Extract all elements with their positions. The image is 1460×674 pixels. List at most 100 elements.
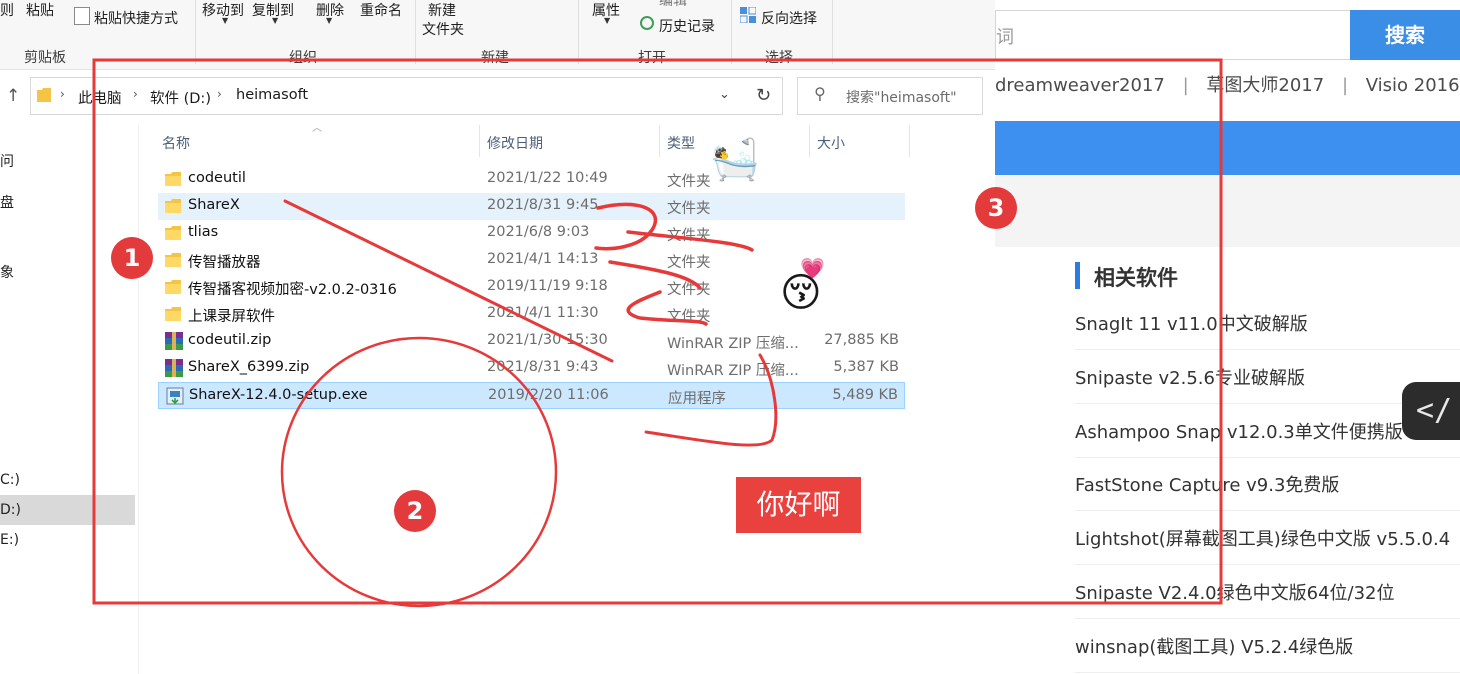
annotation-badge-1: 1 [111,237,153,279]
file-row[interactable]: codeutil 2021/1/22 10:49 文件夹 [158,166,905,193]
column-divider[interactable] [479,125,480,157]
related-software-link[interactable]: SnagIt 11 v11.0中文破解版 [1075,310,1308,336]
nav-item-partial-3[interactable]: 象 [0,262,14,282]
up-arrow-icon[interactable]: ↑ [6,86,20,106]
column-divider[interactable] [659,125,660,157]
file-name: 传智播放器 [188,255,261,271]
file-modified-date: 2021/1/22 10:49 [487,170,608,186]
related-software-link[interactable]: Snipaste V2.4.0绿色中文版64位/32位 [1075,579,1395,605]
nav-item-drive-e[interactable]: E:) [0,532,19,548]
file-modified-date: 2021/8/31 9:45 [487,197,599,213]
installer-icon [166,387,184,405]
refresh-button[interactable]: ↻ [745,77,783,115]
related-software-title: 相关软件 [1094,266,1178,290]
address-bar[interactable]: › 此电脑 › 软件 (D:) › heimasoft ⌄ [30,77,746,115]
chevron-down-icon[interactable]: ⌄ [719,87,730,102]
column-header-size[interactable]: 大小 [817,133,845,153]
tag-separator: | [1341,75,1349,96]
edit-button[interactable]: 编辑 [659,0,687,10]
file-row[interactable]: tlias 2021/6/8 9:03 文件夹 [158,220,905,247]
chevron-right-icon: › [217,87,222,101]
list-divider [1075,672,1460,673]
list-divider [1075,510,1460,511]
web-search-button[interactable]: 搜索 [1350,10,1460,60]
file-name: ShareX [188,197,240,213]
invert-selection-icon [739,6,757,24]
folder-search-box[interactable]: ⚲ 搜索"heimasoft" [797,77,983,115]
web-tag-link[interactable]: 草图大师2017 [1206,75,1324,96]
group-organize-label: 组织 [289,50,317,66]
file-type: WinRAR ZIP 压缩... [667,336,799,352]
related-software-link[interactable]: Ashampoo Snap v12.0.3单文件便携版 [1075,418,1403,444]
explorer-ribbon: 则 粘贴 粘贴快捷方式 移动到 ▼ 复制到 ▼ 删除 ▼ 重命名 新建 文件夹 … [0,0,995,70]
file-modified-date: 2021/1/30 15:30 [487,332,608,348]
file-row[interactable]: ShareX-12.4.0-setup.exe 2019/2/20 11:06 应用… [158,382,905,409]
ribbon-separator [832,0,833,64]
folder-icon [165,226,181,240]
related-title-accent [1075,262,1080,289]
file-row[interactable]: ShareX_6399.zip 2021/8/31 9:43 WinRAR ZIP … [158,355,905,382]
paste-button[interactable]: 粘贴 [26,0,54,20]
chevron-down-icon: ▼ [326,16,333,25]
column-divider[interactable] [809,125,810,157]
file-size: 5,387 KB [833,359,899,375]
web-tag-link[interactable]: Visio 2016 [1366,75,1460,96]
invert-selection-button[interactable]: 反向选择 [761,8,817,28]
code-widget-button[interactable]: </ [1402,382,1460,440]
related-software-link[interactable]: Snipaste v2.5.6专业破解版 [1075,364,1305,390]
folder-icon [165,172,181,186]
web-search-input[interactable]: 词 [995,10,1351,60]
web-tag-link[interactable]: dreamweaver2017 [995,75,1165,96]
winrar-archive-icon [165,359,183,377]
nav-item-drive-d[interactable]: D:) [0,502,21,518]
file-modified-date: 2021/6/8 9:03 [487,224,590,240]
ribbon-cut-label[interactable]: 则 [0,0,14,20]
file-row[interactable]: ShareX 2021/8/31 9:45 文件夹 [158,193,905,220]
breadcrumb-heimasoft[interactable]: heimasoft [236,87,308,103]
annotation-badge-3: 3 [975,187,1017,229]
nav-item-partial-2[interactable]: 盘 [0,192,14,212]
folder-icon [165,253,181,267]
file-type: 文件夹 [667,201,711,217]
annotation-text-box: 你好啊 [736,477,861,533]
ribbon-separator [731,0,732,64]
paste-shortcut-button[interactable]: 粘贴快捷方式 [94,8,178,28]
file-type: 文件夹 [667,255,711,271]
file-modified-date: 2019/2/20 11:06 [488,387,609,403]
file-name: ShareX_6399.zip [188,359,310,375]
ribbon-separator [415,0,416,64]
file-name: codeutil [188,170,246,186]
column-divider[interactable] [909,125,910,157]
nav-pane-divider [138,125,139,674]
history-icon [640,16,654,30]
folder-icon [165,280,181,294]
group-clipboard-label: 剪贴板 [24,50,66,66]
web-tag-row: dreamweaver2017 | 草图大师2017 | Visio 2016 [995,71,1460,97]
column-header-type[interactable]: 类型 [667,133,695,153]
folder-icon [165,307,181,321]
column-header-modified[interactable]: 修改日期 [487,133,543,153]
file-name: 传智播客视频加密-v2.0.2-0316 [188,282,397,298]
breadcrumb-drive-d[interactable]: 软件 (D:) [150,87,211,108]
annotation-badge-2: 2 [394,490,436,532]
new-folder-button-line1[interactable]: 新建 [428,0,456,20]
bathtub-emoji-icon: 🛀 [710,137,760,183]
file-row[interactable]: codeutil.zip 2021/1/30 15:30 WinRAR ZIP 压缩… [158,328,905,355]
chevron-down-icon: ▼ [272,16,279,25]
related-software-link[interactable]: FastStone Capture v9.3免费版 [1075,471,1339,497]
column-header-name[interactable]: 名称 [162,133,190,153]
rename-button[interactable]: 重命名 [360,0,402,20]
history-button[interactable]: 历史记录 [659,16,715,36]
related-software-link[interactable]: winsnap(截图工具) V5.2.4绿色版 [1075,633,1353,659]
related-software-link[interactable]: Lightshot(屏幕截图工具)绿色中文版 v5.5.0.4 [1075,525,1450,551]
folder-icon [165,199,181,213]
breadcrumb-this-pc[interactable]: 此电脑 [78,87,122,108]
winrar-archive-icon [165,332,183,350]
chevron-down-icon: ▼ [222,16,229,25]
folder-icon [37,87,51,103]
nav-item-drive-c[interactable]: C:) [0,472,20,488]
nav-item-partial-1[interactable]: 问 [0,151,14,171]
new-folder-button-line2[interactable]: 文件夹 [422,19,464,39]
tag-separator: | [1182,75,1189,96]
file-name: 上课录屏软件 [188,309,275,325]
